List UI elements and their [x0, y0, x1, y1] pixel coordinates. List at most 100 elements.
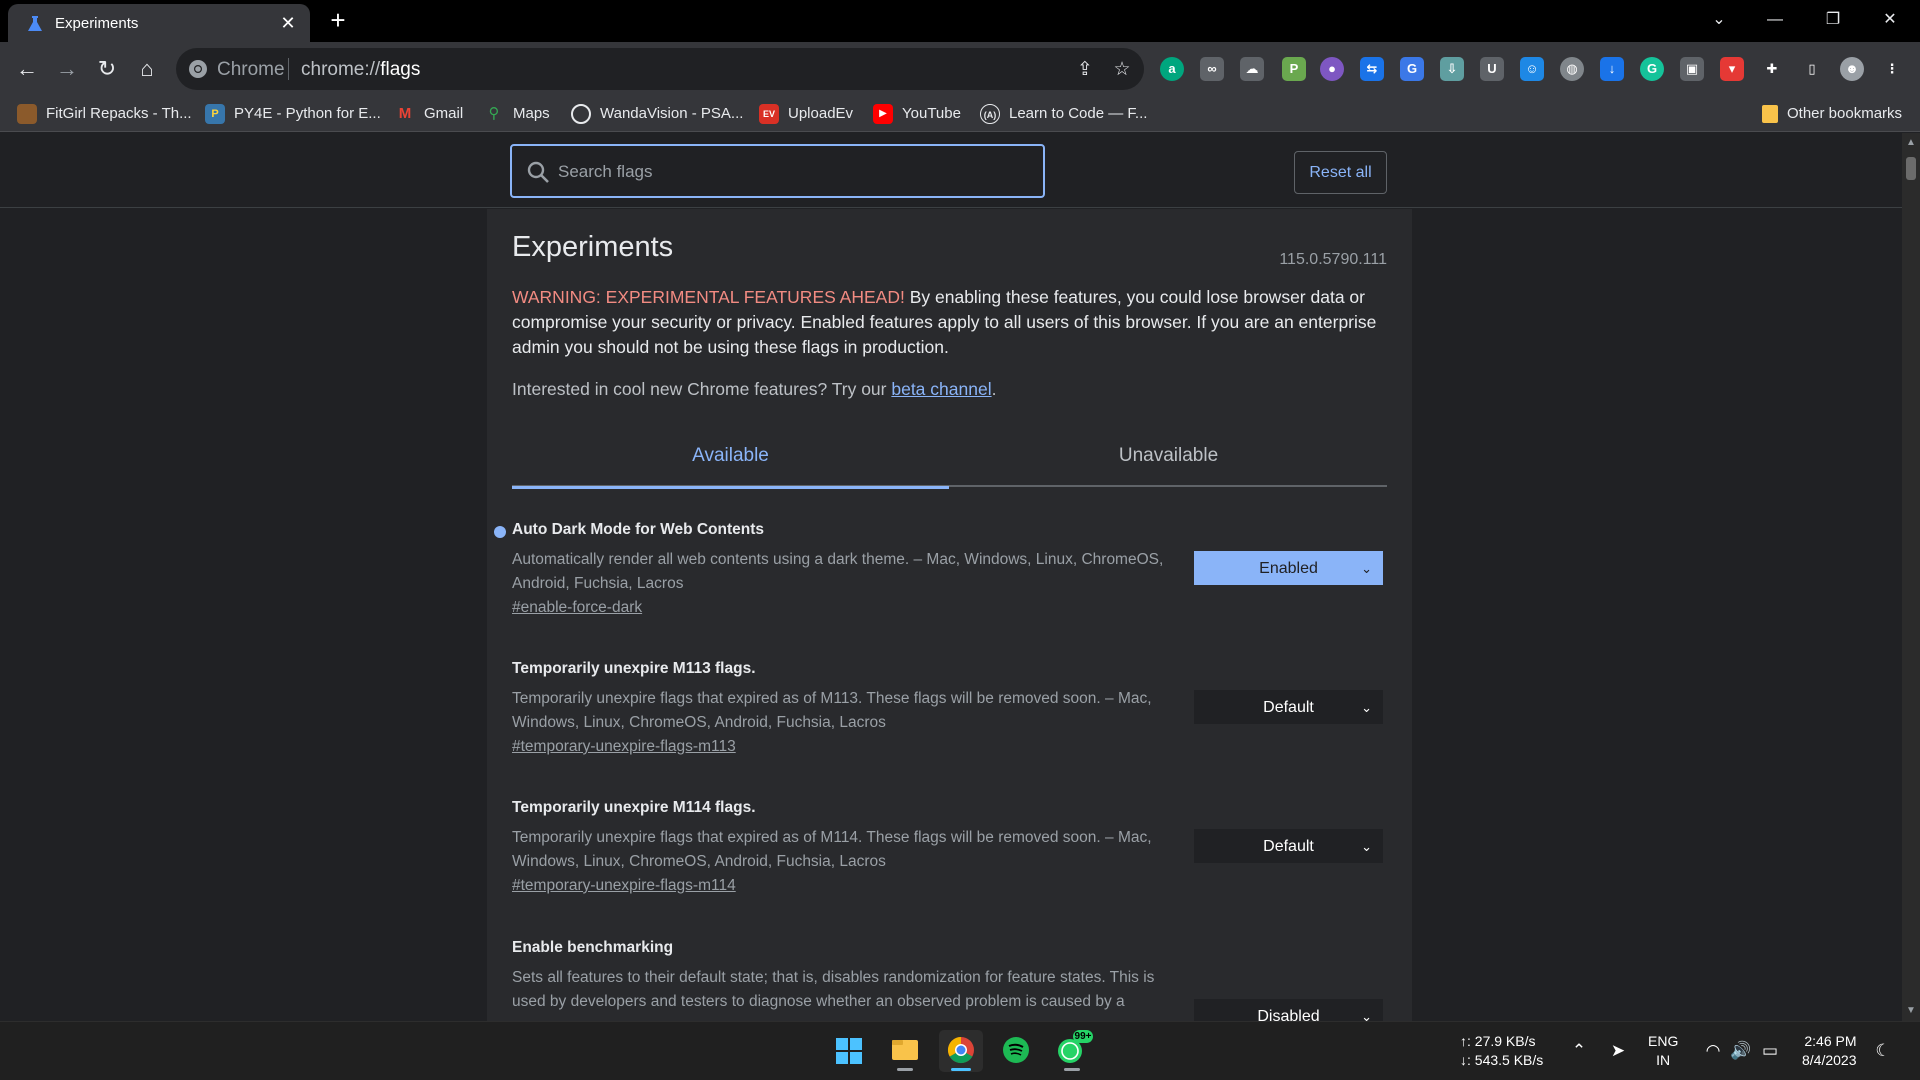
running-indicator — [1064, 1068, 1080, 1071]
extension-robot-icon[interactable]: ☺ — [1520, 57, 1544, 81]
flag-name: Enable benchmarking — [512, 939, 674, 956]
clock[interactable]: 2:46 PM 8/4/2023 — [1802, 1032, 1857, 1070]
flag-name: Temporarily unexpire M114 flags. — [512, 799, 756, 816]
maps-icon: ⚲ — [488, 105, 500, 123]
extension-grammarly-icon[interactable]: G — [1640, 57, 1664, 81]
restore-button[interactable]: ❐ — [1805, 0, 1861, 40]
download-speed: ↓: 543.5 KB/s — [1460, 1052, 1544, 1068]
title-bar: Experiments ✕ + ⌄ — ❐ ✕ — [0, 0, 1920, 42]
home-button[interactable]: ⌂ — [130, 52, 164, 86]
chevron-up-icon[interactable]: ⌃ — [1567, 1039, 1591, 1063]
scrollbar[interactable]: ▲ ▼ — [1902, 133, 1920, 1021]
extension-ublock-icon[interactable]: U — [1480, 57, 1504, 81]
tab-experiments[interactable]: Experiments ✕ — [8, 4, 310, 42]
extension-google-translate-icon[interactable]: G — [1400, 57, 1424, 81]
chrome-taskbar-button[interactable] — [939, 1030, 983, 1072]
notification-badge: 99+ — [1074, 1031, 1092, 1042]
chevron-down-icon: ⌄ — [1361, 1009, 1372, 1021]
tab-title: Experiments — [55, 15, 139, 32]
reset-all-button[interactable]: Reset all — [1294, 151, 1387, 194]
flag-description: Temporarily unexpire flags that expired … — [512, 690, 1152, 731]
tab-search-icon[interactable]: ⌄ — [1691, 0, 1747, 40]
network-speed: ↑: 27.9 KB/s ↓: 543.5 KB/s — [1460, 1032, 1543, 1070]
beta-channel-link[interactable]: beta channel — [891, 379, 991, 399]
minimize-button[interactable]: — — [1747, 0, 1803, 40]
volume-icon[interactable]: 🔊 — [1729, 1039, 1753, 1063]
promo-text: Interested in cool new Chrome features? … — [512, 379, 997, 399]
location-icon[interactable]: ➤ — [1606, 1039, 1630, 1063]
forward-button[interactable]: → — [50, 52, 84, 86]
search-input[interactable] — [558, 160, 1018, 184]
flag-name: Temporarily unexpire M113 flags. — [512, 660, 756, 677]
extension-shield-icon[interactable]: ● — [1320, 57, 1344, 81]
url-text[interactable]: chrome://flags — [301, 59, 420, 81]
scroll-up-icon[interactable]: ▲ — [1906, 138, 1916, 148]
extension-a-icon[interactable]: a — [1160, 57, 1184, 81]
extensions-puzzle-icon[interactable]: ✚ — [1760, 57, 1784, 81]
bookmark-3[interactable]: ⚲ Maps — [484, 102, 550, 126]
new-tab-button[interactable]: + — [325, 7, 351, 34]
extension-download-icon[interactable]: ⇩ — [1440, 57, 1464, 81]
language-indicator[interactable]: ENG IN — [1648, 1032, 1678, 1070]
address-bar[interactable]: Chrome chrome://flags ⇪ ☆ — [176, 48, 1144, 90]
flag-select[interactable]: Enabled ⌄ — [1194, 551, 1383, 585]
file-explorer-button[interactable] — [883, 1030, 927, 1072]
modified-indicator — [494, 526, 506, 538]
experiments-card: Experiments 115.0.5790.111 WARNING: EXPE… — [487, 209, 1412, 1021]
flag-select[interactable]: Default ⌄ — [1194, 690, 1383, 724]
extension-pocket-icon[interactable]: ▾ — [1720, 57, 1744, 81]
bookmark-0[interactable]: FitGirl Repacks - Th... — [17, 102, 192, 126]
youtube-icon: ▶ — [873, 104, 893, 125]
warning-text: WARNING: EXPERIMENTAL FEATURES AHEAD! By… — [512, 285, 1392, 360]
scroll-down-icon[interactable]: ▼ — [1906, 1006, 1916, 1016]
windows-icon — [836, 1038, 862, 1064]
notifications-icon[interactable]: ☾ — [1871, 1039, 1895, 1063]
gmail-icon: M — [398, 105, 412, 123]
tab-close-icon[interactable]: ✕ — [276, 11, 300, 35]
flag-description: Sets all features to their default state… — [512, 969, 1155, 1010]
tab-available[interactable]: Available — [512, 431, 949, 489]
bookmark-2[interactable]: M Gmail — [395, 102, 463, 126]
extension-globe-icon[interactable]: ◍ — [1560, 57, 1584, 81]
share-icon[interactable]: ⇪ — [1074, 59, 1096, 81]
extension-glasses-icon[interactable]: ∞ — [1200, 57, 1224, 81]
flag-select[interactable]: Disabled ⌄ — [1194, 999, 1383, 1021]
chrome-label: Chrome — [217, 59, 285, 80]
bookmark-1[interactable]: P PY4E - Python for E... — [205, 102, 381, 126]
start-button[interactable] — [827, 1030, 871, 1072]
extension-python-icon[interactable]: P — [1282, 57, 1306, 81]
flag-entry: Temporarily unexpire M114 flags. Tempora… — [512, 799, 1387, 895]
bookmark-5[interactable]: EV UploadEv — [759, 102, 853, 126]
spotify-button[interactable] — [994, 1030, 1038, 1072]
flag-permalink[interactable]: #enable-force-dark — [512, 599, 642, 617]
reload-button[interactable]: ↻ — [90, 52, 124, 86]
more-menu-icon[interactable]: ⋮ — [1880, 57, 1904, 81]
search-box[interactable] — [510, 144, 1045, 198]
battery-icon[interactable]: ▭ — [1758, 1039, 1782, 1063]
flag-permalink[interactable]: #temporary-unexpire-flags-m114 — [512, 877, 736, 895]
flag-entry: Enable benchmarking Sets all features to… — [512, 939, 1387, 1021]
taskbar: 99+ ↑: 27.9 KB/s ↓: 543.5 KB/s ⌃ ➤ ENG I… — [0, 1021, 1920, 1080]
date: 8/4/2023 — [1802, 1052, 1857, 1068]
bookmark-7[interactable]: (A) Learn to Code — F... — [980, 102, 1147, 126]
scroll-thumb[interactable] — [1906, 157, 1916, 180]
extension-cloud-icon[interactable]: ☁ — [1240, 57, 1264, 81]
profile-avatar[interactable]: ☻ — [1840, 57, 1864, 81]
extension-idm-icon[interactable]: ↓ — [1600, 57, 1624, 81]
bookmark-4[interactable]: WandaVision - PSA... — [571, 102, 743, 126]
flag-permalink[interactable]: #temporary-unexpire-flags-m113 — [512, 738, 736, 756]
bookmarks-bar: FitGirl Repacks - Th... P PY4E - Python f… — [0, 96, 1920, 132]
tab-unavailable[interactable]: Unavailable — [950, 431, 1387, 487]
wifi-icon[interactable]: ◠ — [1701, 1039, 1725, 1063]
back-button[interactable]: ← — [10, 52, 44, 86]
side-panel-icon[interactable]: ▯ — [1800, 57, 1824, 81]
other-bookmarks[interactable]: Other bookmarks — [1762, 102, 1902, 126]
flag-select[interactable]: Default ⌄ — [1194, 829, 1383, 863]
extension-window-icon[interactable]: ▣ — [1680, 57, 1704, 81]
warning-heading: WARNING: EXPERIMENTAL FEATURES AHEAD! — [512, 287, 905, 307]
bookmark-6[interactable]: ▶ YouTube — [873, 102, 961, 126]
whatsapp-button[interactable]: 99+ — [1050, 1030, 1094, 1072]
bookmark-star-icon[interactable]: ☆ — [1111, 59, 1133, 81]
extension-translate-icon[interactable]: ⇆ — [1360, 57, 1384, 81]
close-window-button[interactable]: ✕ — [1862, 0, 1918, 40]
